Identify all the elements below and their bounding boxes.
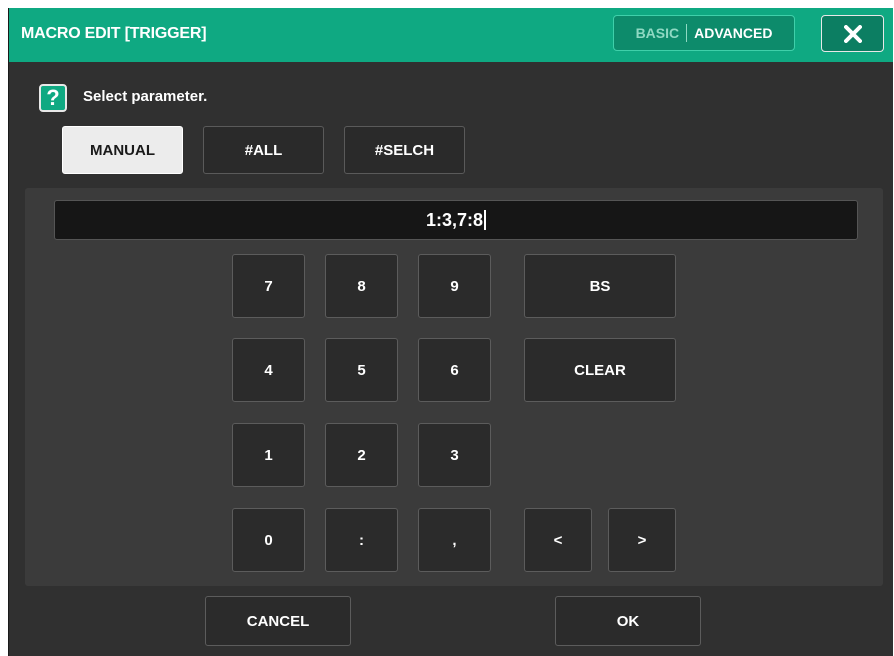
key-6[interactable]: 6 <box>418 338 491 402</box>
help-text: Select parameter. <box>83 88 208 105</box>
close-x-icon <box>844 25 862 43</box>
manual-button[interactable]: MANUAL <box>62 126 183 174</box>
display-value: 1:3,7:8 <box>425 209 484 230</box>
clear-button[interactable]: CLEAR <box>524 338 676 402</box>
mode-advanced-label[interactable]: ADVANCED <box>694 25 772 41</box>
key-7[interactable]: 7 <box>232 254 305 318</box>
basic-advanced-toggle[interactable]: BASIC ADVANCED <box>613 15 795 51</box>
key-colon[interactable]: : <box>325 508 398 572</box>
cursor-left-button[interactable]: < <box>524 508 592 572</box>
key-8[interactable]: 8 <box>325 254 398 318</box>
key-1[interactable]: 1 <box>232 423 305 487</box>
parameter-display[interactable]: 1:3,7:8 <box>54 200 858 240</box>
mode-basic-label[interactable]: BASIC <box>636 25 680 41</box>
close-button[interactable] <box>821 15 884 52</box>
key-5[interactable]: 5 <box>325 338 398 402</box>
text-caret <box>484 210 487 230</box>
macro-edit-dialog: MACRO EDIT [TRIGGER] BASIC ADVANCED ? Se… <box>8 8 893 656</box>
cancel-button[interactable]: CANCEL <box>205 596 351 646</box>
key-2[interactable]: 2 <box>325 423 398 487</box>
help-question-icon: ? <box>39 84 67 112</box>
cursor-right-button[interactable]: > <box>608 508 676 572</box>
key-0[interactable]: 0 <box>232 508 305 572</box>
key-3[interactable]: 3 <box>418 423 491 487</box>
key-4[interactable]: 4 <box>232 338 305 402</box>
dialog-title: MACRO EDIT [TRIGGER] <box>21 25 207 42</box>
backspace-button[interactable]: BS <box>524 254 676 318</box>
mode-separator <box>686 24 688 42</box>
ok-button[interactable]: OK <box>555 596 701 646</box>
key-9[interactable]: 9 <box>418 254 491 318</box>
key-comma[interactable]: , <box>418 508 491 572</box>
all-button[interactable]: #ALL <box>203 126 324 174</box>
title-bar: MACRO EDIT [TRIGGER] BASIC ADVANCED <box>9 8 893 62</box>
selch-button[interactable]: #SELCH <box>344 126 465 174</box>
